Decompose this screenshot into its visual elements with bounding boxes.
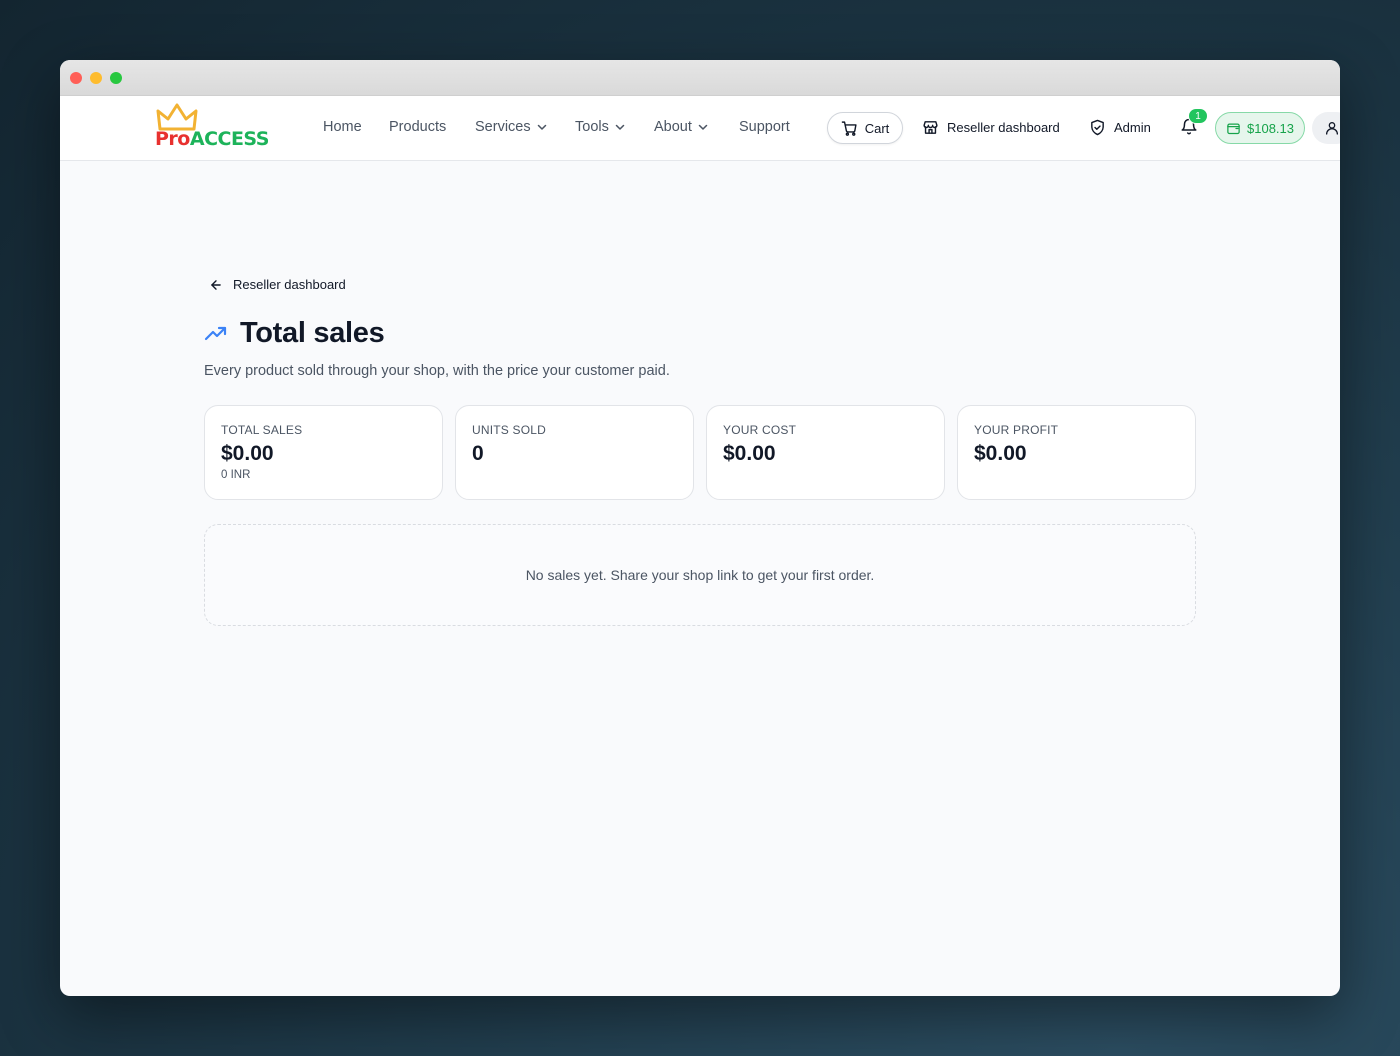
wallet-balance: $108.13 — [1247, 120, 1294, 136]
stat-sub: 0 INR — [221, 469, 251, 481]
nav-products[interactable]: Products — [389, 119, 446, 135]
stat-label: YOUR PROFIT — [974, 423, 1059, 437]
store-icon — [923, 121, 938, 134]
wallet-balance-button[interactable]: $108.13 — [1215, 112, 1305, 144]
nav-about-label: About — [654, 119, 692, 135]
stat-card-units-sold: UNITS SOLD 0 — [455, 405, 694, 500]
browser-window: ProACCESS Home Products Services Tools A… — [60, 60, 1340, 996]
admin-link[interactable]: Admin — [1089, 119, 1151, 136]
chevron-down-icon — [537, 124, 546, 130]
page-title: Total sales — [204, 317, 385, 350]
brand-logo[interactable]: ProACCESS — [154, 103, 274, 153]
stat-value: $0.00 — [221, 442, 274, 465]
nav-tools-label: Tools — [575, 119, 609, 135]
reseller-dashboard-link[interactable]: Reseller dashboard — [922, 119, 1060, 136]
stat-label: UNITS SOLD — [472, 423, 547, 437]
shopping-cart-icon — [841, 120, 857, 136]
nav-support-label: Support — [739, 119, 790, 135]
notification-count-badge: 1 — [1188, 108, 1208, 124]
nav-about[interactable]: About — [654, 119, 709, 135]
maximize-window-button[interactable] — [110, 72, 122, 84]
logo-access-text: ACCESS — [189, 128, 270, 150]
empty-sales-state: No sales yet. Share your shop link to ge… — [204, 524, 1196, 626]
back-link-label: Reseller dashboard — [233, 277, 346, 292]
stat-card-your-cost: YOUR COST $0.00 — [706, 405, 945, 500]
logo-pro-text: Pro — [155, 128, 190, 150]
chevron-down-icon — [615, 124, 625, 130]
stat-value: $0.00 — [723, 442, 776, 465]
stat-value: $0.00 — [974, 442, 1027, 465]
reseller-dashboard-label: Reseller dashboard — [947, 120, 1060, 135]
stat-card-your-profit: YOUR PROFIT $0.00 — [957, 405, 1196, 500]
page-title-text: Total sales — [240, 317, 385, 349]
back-to-reseller-dashboard-link[interactable]: Reseller dashboard — [209, 277, 346, 292]
nav-home[interactable]: Home — [323, 119, 362, 135]
stat-card-total-sales: TOTAL SALES $0.00 0 INR — [204, 405, 443, 500]
stat-value: 0 — [472, 442, 484, 465]
nav-services[interactable]: Services — [475, 119, 548, 135]
user-menu-button[interactable] — [1312, 112, 1340, 144]
cart-button[interactable]: Cart — [827, 112, 903, 144]
nav-products-label: Products — [389, 119, 447, 135]
arrow-left-icon — [211, 279, 221, 290]
minimize-window-button[interactable] — [90, 72, 102, 84]
stat-label: TOTAL SALES — [221, 423, 303, 437]
close-window-button[interactable] — [70, 72, 82, 84]
nav-home-label: Home — [323, 119, 362, 135]
nav-services-label: Services — [475, 119, 531, 135]
trending-up-icon — [204, 326, 227, 340]
nav-support[interactable]: Support — [739, 119, 790, 135]
admin-label: Admin — [1114, 120, 1151, 135]
top-navbar: ProACCESS Home Products Services Tools A… — [60, 96, 1340, 161]
page-subtitle: Every product sold through your shop, wi… — [204, 363, 670, 379]
chevron-down-icon — [698, 124, 708, 130]
stats-row: TOTAL SALES $0.00 0 INR UNITS SOLD 0 YOU… — [204, 405, 1196, 500]
title-bar — [60, 60, 1340, 96]
stat-label: YOUR COST — [723, 423, 797, 437]
cart-label: Cart — [864, 120, 890, 136]
user-icon — [1326, 122, 1338, 135]
nav-tools[interactable]: Tools — [575, 119, 626, 135]
shield-check-icon — [1091, 119, 1104, 136]
empty-sales-message: No sales yet. Share your shop link to ge… — [525, 567, 875, 583]
wallet-icon — [1227, 123, 1240, 134]
